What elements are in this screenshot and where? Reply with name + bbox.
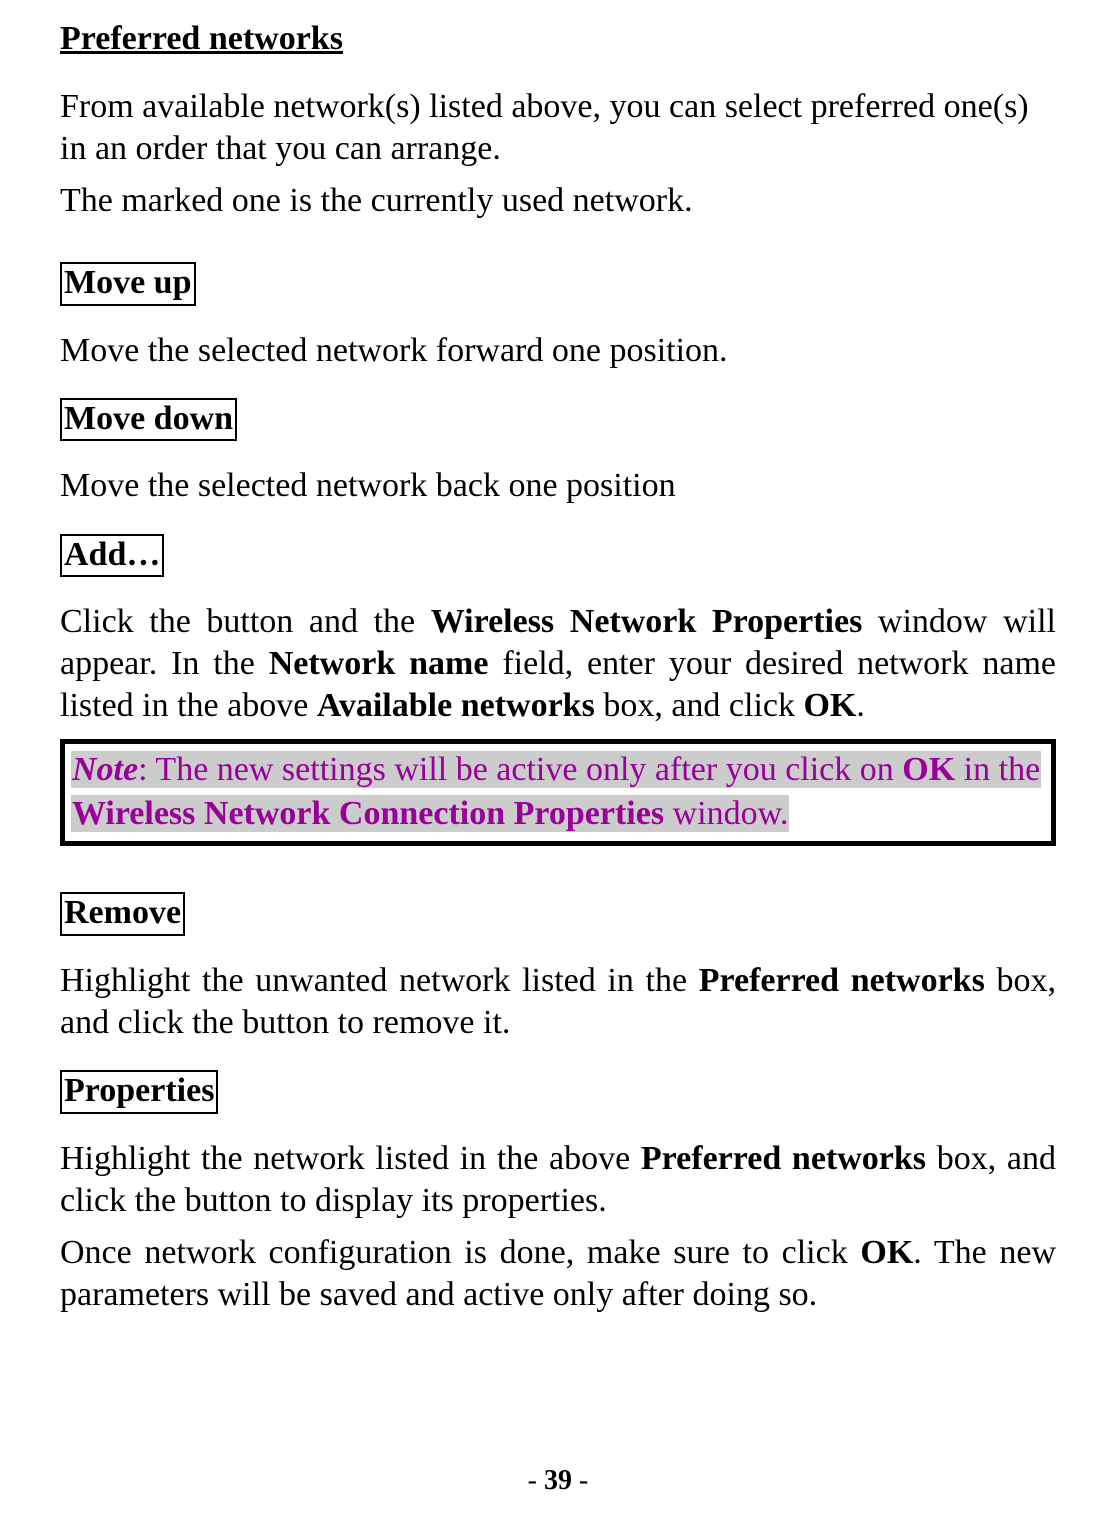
note-bold-ok: OK bbox=[902, 751, 955, 788]
text: box, and click bbox=[595, 687, 804, 724]
bold-preferred-networks-1: Preferred networks bbox=[699, 962, 985, 999]
label-add: Add… bbox=[60, 534, 164, 577]
text: Highlight the unwanted network listed in… bbox=[60, 962, 699, 999]
bold-network-name: Network name bbox=[269, 645, 489, 682]
note-text-3: window. bbox=[664, 795, 788, 832]
note-text-1: : The new settings will be active only a… bbox=[138, 751, 902, 788]
bold-wireless-network-properties: Wireless Network Properties bbox=[431, 603, 863, 640]
paragraph-intro-2: The marked one is the currently used net… bbox=[60, 180, 1056, 222]
label-remove: Remove bbox=[60, 892, 185, 935]
footer-dash-2: - bbox=[572, 1465, 588, 1496]
note-bold-wncp: Wireless Network Connection Properties bbox=[72, 795, 664, 832]
note-text-2: in the bbox=[955, 751, 1040, 788]
page-footer: - 39 - bbox=[0, 1465, 1116, 1497]
paragraph-closing: Once network configuration is done, make… bbox=[60, 1232, 1056, 1316]
bold-preferred-networks-2: Preferred networks bbox=[641, 1140, 926, 1177]
text: Once network configuration is done, make… bbox=[60, 1234, 860, 1271]
footer-dash-1: - bbox=[528, 1465, 544, 1496]
label-move-up: Move up bbox=[60, 262, 196, 305]
text: Click the button and the bbox=[60, 603, 431, 640]
paragraph-remove: Highlight the unwanted network listed in… bbox=[60, 960, 1056, 1044]
document-page: Preferred networks From available networ… bbox=[0, 0, 1116, 1531]
paragraph-move-down: Move the selected network back one posit… bbox=[60, 465, 1056, 507]
paragraph-add: Click the button and the Wireless Networ… bbox=[60, 601, 1056, 727]
paragraph-move-up: Move the selected network forward one po… bbox=[60, 330, 1056, 372]
bold-ok-closing: OK bbox=[860, 1234, 913, 1271]
heading-preferred-networks: Preferred networks bbox=[60, 20, 1056, 58]
text: . bbox=[856, 687, 865, 724]
bold-available-networks: Available networks bbox=[317, 687, 595, 724]
label-move-down: Move down bbox=[60, 398, 237, 441]
paragraph-intro-1: From available network(s) listed above, … bbox=[60, 86, 1056, 170]
text: Highlight the network listed in the abov… bbox=[60, 1140, 641, 1177]
note-box: Note: The new settings will be active on… bbox=[60, 739, 1056, 846]
paragraph-properties: Highlight the network listed in the abov… bbox=[60, 1138, 1056, 1222]
page-number: 39 bbox=[544, 1465, 572, 1496]
note-label: Note bbox=[72, 751, 138, 788]
label-properties: Properties bbox=[60, 1070, 218, 1113]
bold-ok: OK bbox=[803, 687, 856, 724]
